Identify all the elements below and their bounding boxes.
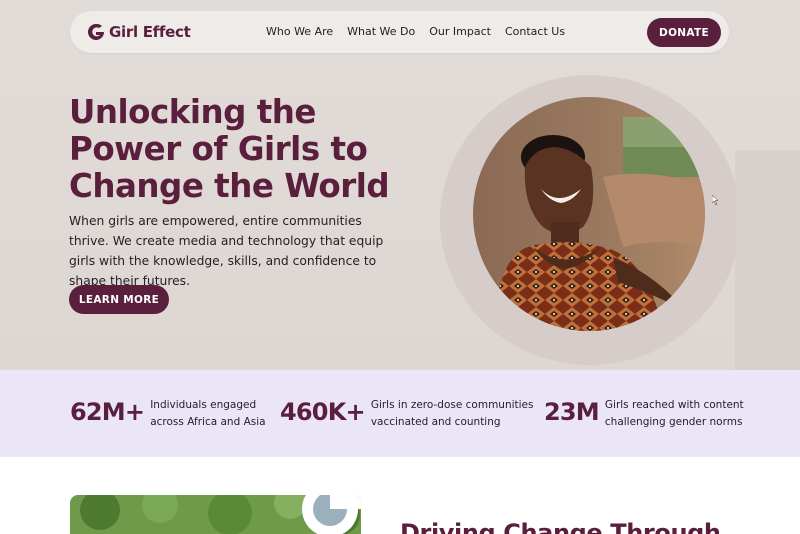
headline-line-1: Unlocking the <box>69 93 316 131</box>
hero-photo-image <box>473 97 705 331</box>
logo[interactable]: Girl Effect <box>86 22 191 42</box>
nav-link-contact-us[interactable]: Contact Us <box>505 25 565 38</box>
stat-value: 23M <box>544 398 600 426</box>
section-heading: Driving Change Through <box>400 519 721 534</box>
learn-more-button[interactable]: LEARN MORE <box>69 285 169 314</box>
hero-headline: Unlocking the Power of Girls to Change t… <box>69 94 429 205</box>
headline-line-3: Change the World <box>69 167 390 205</box>
stat-label: Girls reached with content challenging g… <box>604 399 744 428</box>
top-navigation: Girl Effect Who We Are What We Do Our Im… <box>70 11 729 53</box>
stat-item: 460K+ Girls in zero-dose communities vac… <box>280 397 534 431</box>
hero-background-block <box>735 150 800 370</box>
nav-link-our-impact[interactable]: Our Impact <box>429 25 491 38</box>
section-photo <box>70 495 361 534</box>
stats-band: 62M+ Individuals engaged across Africa a… <box>0 370 800 457</box>
stat-label: Girls in zero-dose communities vaccinate… <box>370 399 534 428</box>
headline-line-2: Power of Girls to <box>69 130 368 168</box>
cursor-icon <box>712 195 719 205</box>
nav-link-who-we-are[interactable]: Who We Are <box>266 25 333 38</box>
nav-links: Who We Are What We Do Our Impact Contact… <box>266 25 565 38</box>
stat-value: 460K+ <box>280 398 366 426</box>
logo-text: Girl Effect <box>109 23 191 41</box>
section-photo-shape <box>302 495 361 534</box>
hero-lead-text: When girls are empowered, entire communi… <box>69 214 384 288</box>
stat-label: Individuals engaged across Africa and As… <box>150 399 266 428</box>
girl-effect-logo-icon <box>88 23 104 40</box>
stat-item: 62M+ Individuals engaged across Africa a… <box>70 397 266 431</box>
stat-value: 62M+ <box>70 398 145 426</box>
nav-link-what-we-do[interactable]: What We Do <box>347 25 415 38</box>
hero-photo <box>473 97 705 331</box>
stat-item: 23M Girls reached with content challengi… <box>544 397 744 431</box>
hero-section: Unlocking the Power of Girls to Change t… <box>0 0 800 370</box>
donate-button[interactable]: DONATE <box>647 18 721 47</box>
next-section: Driving Change Through <box>0 457 800 534</box>
